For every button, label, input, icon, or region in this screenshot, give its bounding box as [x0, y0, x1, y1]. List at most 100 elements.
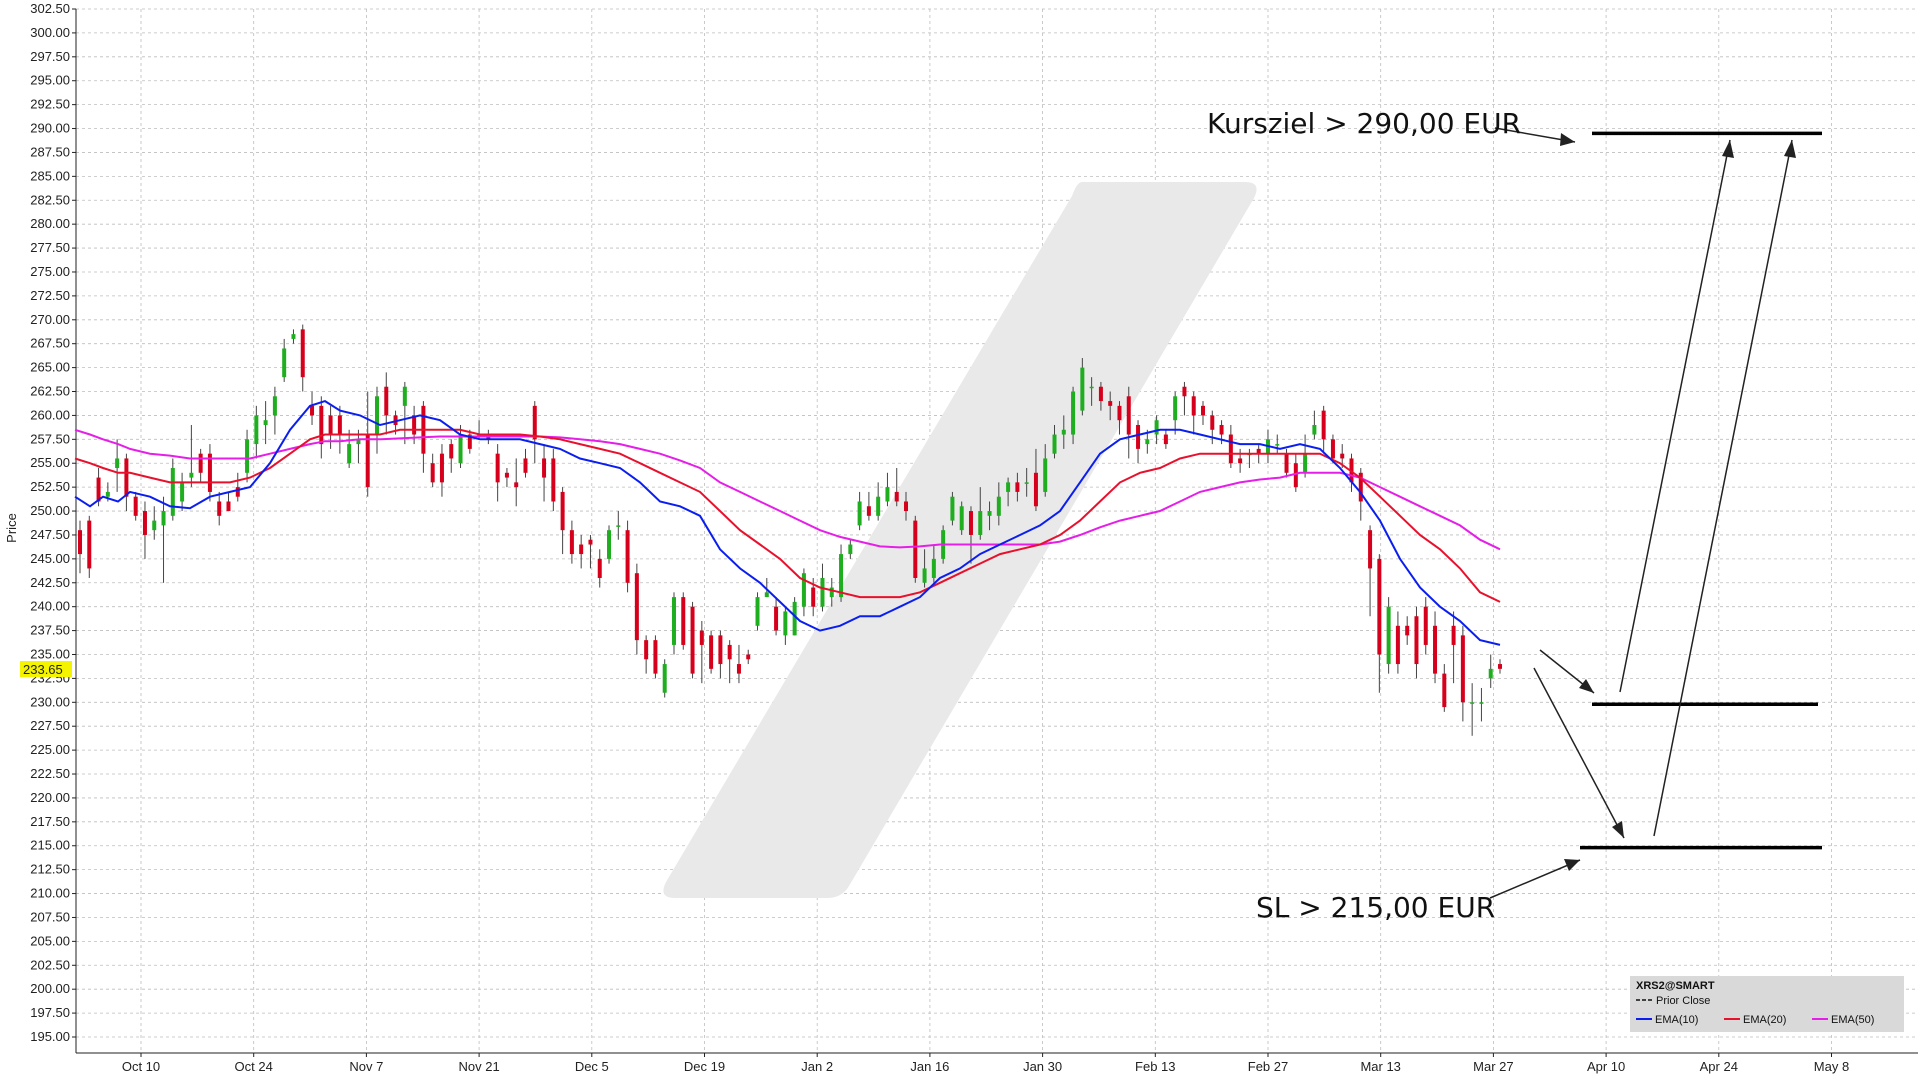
- candle-body: [922, 568, 927, 583]
- y-tick-label: 215.00: [30, 838, 70, 853]
- candle-body: [1052, 434, 1057, 454]
- candle-body: [384, 386, 389, 416]
- candle-body: [1488, 668, 1493, 679]
- candle-body: [755, 597, 760, 626]
- candle-body: [105, 491, 110, 497]
- candle-body: [337, 415, 342, 435]
- candle-body: [226, 501, 231, 512]
- x-tick-label: Oct 24: [235, 1059, 273, 1074]
- candle-body: [783, 611, 788, 636]
- candle-body: [1210, 415, 1215, 430]
- candle-body: [523, 458, 528, 473]
- candle-body: [1395, 625, 1400, 665]
- candle-body: [365, 434, 370, 488]
- y-tick-label: 237.50: [30, 623, 70, 638]
- candle-body: [662, 664, 667, 693]
- candle-body: [1098, 386, 1103, 402]
- candle-body: [412, 415, 417, 435]
- candle-body: [1154, 420, 1159, 435]
- y-tick-label: 300.00: [30, 25, 70, 40]
- y-tick-label: 270.00: [30, 312, 70, 327]
- candle-body: [876, 496, 881, 516]
- candle-body: [449, 444, 454, 459]
- candle-body: [848, 544, 853, 555]
- x-tick-label: Oct 10: [122, 1059, 160, 1074]
- candle-body: [1340, 453, 1345, 459]
- candle-body: [727, 644, 732, 660]
- price-chart[interactable]: 195.00 197.50 200.00 202.50 205.00 207.50 210.…: [0, 0, 1920, 1080]
- y-tick-label: 262.50: [30, 384, 70, 399]
- candle-body: [885, 487, 890, 502]
- x-tick-label: Feb 27: [1248, 1059, 1288, 1074]
- candle-body: [1377, 558, 1382, 655]
- y-tick-label: 277.50: [30, 240, 70, 255]
- y-tick-label: 205.00: [30, 933, 70, 948]
- candle-body: [1015, 482, 1020, 492]
- y-tick-label: 247.50: [30, 527, 70, 542]
- candle-body: [328, 415, 333, 435]
- y-tick-label: 230.00: [30, 694, 70, 709]
- y-tick-label: 227.50: [30, 718, 70, 733]
- candle-body: [1293, 463, 1298, 488]
- y-tick-label: 257.50: [30, 431, 70, 446]
- y-tick-label: 302.50: [30, 1, 70, 16]
- candle-body: [857, 501, 862, 526]
- candle-body: [1284, 453, 1289, 473]
- legend-ema20: EMA(20): [1743, 1014, 1786, 1026]
- candle-body: [124, 458, 129, 497]
- candle-body: [495, 453, 500, 483]
- y-tick-label: 285.00: [30, 168, 70, 183]
- candle-body: [653, 640, 658, 674]
- candle-body: [319, 405, 324, 445]
- legend-symbol: XRS2@SMART: [1636, 980, 1715, 992]
- x-tick-label: May 8: [1814, 1059, 1849, 1074]
- candle-body: [1423, 606, 1428, 645]
- candle-body: [625, 530, 630, 583]
- candle-body: [347, 444, 352, 464]
- legend: XRS2@SMART Prior Close EMA(10) EMA(20) E…: [1630, 976, 1904, 1032]
- x-tick-label: Apr 24: [1700, 1059, 1738, 1074]
- x-tick-label: Jan 2: [801, 1059, 833, 1074]
- candle-body: [774, 606, 779, 631]
- candle-body: [1108, 401, 1113, 406]
- y-tick-label: 217.50: [30, 814, 70, 829]
- candle-body: [189, 472, 194, 478]
- candle-body: [634, 573, 639, 641]
- y-axis-label: Price: [4, 513, 19, 543]
- candle-body: [959, 506, 964, 531]
- candle-body: [1442, 673, 1447, 708]
- candle-body: [1405, 625, 1410, 636]
- candle-body: [588, 539, 593, 545]
- legend-prior-close: Prior Close: [1656, 995, 1710, 1007]
- x-tick-label: Jan 30: [1023, 1059, 1062, 1074]
- candle-body: [913, 520, 918, 578]
- candle-body: [1024, 482, 1029, 484]
- candle-body: [291, 334, 296, 339]
- y-tick-label: 252.50: [30, 479, 70, 494]
- y-tick-label: 267.50: [30, 336, 70, 351]
- y-tick-label: 297.50: [30, 49, 70, 64]
- candle-body: [597, 558, 602, 578]
- candle-body: [839, 554, 844, 598]
- candle-body: [987, 511, 992, 516]
- candle-body: [180, 482, 185, 502]
- y-tick-label: 220.00: [30, 790, 70, 805]
- x-tick-label: Nov 21: [458, 1059, 499, 1074]
- candle-body: [217, 501, 222, 516]
- candle-body: [1080, 367, 1085, 411]
- y-tick-label: 255.00: [30, 455, 70, 470]
- candle-body: [272, 396, 277, 416]
- candle-body: [245, 439, 250, 473]
- candle-body: [792, 601, 797, 636]
- y-axis: 195.00 197.50 200.00 202.50 205.00 207.50 210.…: [30, 1, 77, 1053]
- candle-body: [402, 386, 407, 406]
- candle-body: [1117, 405, 1122, 421]
- y-tick-label: 212.50: [30, 862, 70, 877]
- candle-body: [811, 587, 816, 607]
- annotation-kursziel: Kursziel > 290,00 EUR: [1207, 107, 1521, 140]
- x-tick-label: Apr 10: [1587, 1059, 1625, 1074]
- y-tick-label: 290.00: [30, 121, 70, 136]
- candle-body: [1433, 625, 1438, 674]
- y-tick-label: 250.00: [30, 503, 70, 518]
- candle-body: [1126, 396, 1131, 435]
